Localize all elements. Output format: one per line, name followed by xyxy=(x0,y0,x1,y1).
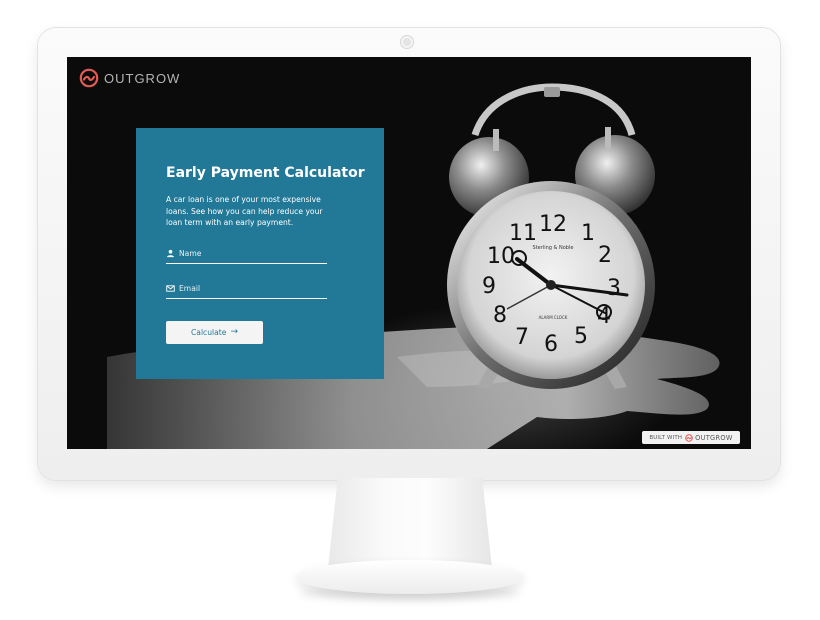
clock-numeral-7: 7 xyxy=(515,325,529,350)
clock-numeral-6: 6 xyxy=(544,332,558,357)
clock-numeral-10: 10 xyxy=(487,244,515,269)
outgrow-badge-icon xyxy=(685,433,693,442)
logo-wordmark: OUTGROW xyxy=(104,70,181,86)
user-icon xyxy=(167,249,174,257)
built-with-brand: OUTGROW xyxy=(695,433,733,442)
clock-numeral-1: 1 xyxy=(581,221,595,246)
clock-brand-text: Sterling & Noble xyxy=(533,245,574,251)
clock-numeral-3: 3 xyxy=(607,276,621,301)
clock-numeral-9: 9 xyxy=(482,274,496,299)
clock-numeral-11: 11 xyxy=(509,221,537,246)
built-with-label: BUILT WITH xyxy=(649,434,683,441)
calculator-title: Early Payment Calculator xyxy=(166,165,365,181)
calculator-card: Early Payment Calculator A car loan is o… xyxy=(136,128,384,379)
arrow-right-icon: → xyxy=(230,327,238,337)
email-field[interactable] xyxy=(166,279,327,299)
screen: 12 1 2 3 4 5 6 7 8 9 10 11 Sterling & No… xyxy=(67,57,751,449)
clock-numeral-2: 2 xyxy=(598,243,612,268)
name-field[interactable] xyxy=(166,244,327,264)
name-input[interactable] xyxy=(179,246,319,260)
calculate-button-label: Calculate xyxy=(190,327,227,337)
mail-icon xyxy=(166,284,175,292)
clock-sub-text: ALARM CLOCK xyxy=(539,315,568,320)
clock-numeral-12: 12 xyxy=(539,212,567,237)
clock-numeral-8: 8 xyxy=(493,303,507,328)
email-input[interactable] xyxy=(179,281,319,295)
monitor-stand-neck xyxy=(328,478,492,568)
webcam xyxy=(401,36,413,48)
outgrow-logo[interactable]: OUTGROW xyxy=(79,67,180,89)
built-with-outgrow-badge[interactable]: BUILT WITH OUTGROW xyxy=(642,431,740,444)
calculator-description: A car loan is one of your most expensive… xyxy=(166,195,323,227)
clock-numeral-5: 5 xyxy=(574,324,588,349)
outgrow-logo-icon xyxy=(79,68,99,88)
calculate-button[interactable]: Calculate → xyxy=(166,320,263,344)
monitor-stand-base xyxy=(296,560,524,594)
